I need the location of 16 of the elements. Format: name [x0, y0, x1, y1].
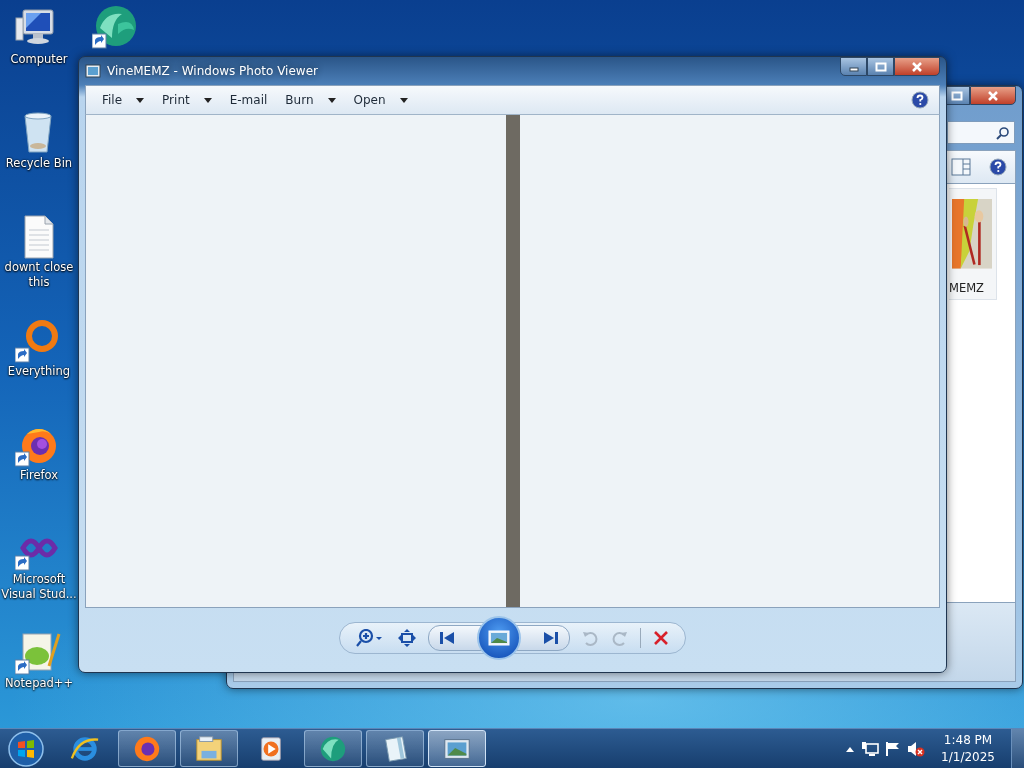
clock[interactable]: 1:48 PM 1/1/2025: [931, 731, 1005, 766]
menu-item[interactable]: File: [96, 91, 151, 109]
icon-label: Notepad++: [3, 676, 75, 691]
menu-item[interactable]: Open: [347, 91, 414, 109]
icon-label: Microsoft Visual Stud...: [1, 572, 77, 602]
file-tile[interactable]: MEMZ: [949, 188, 997, 300]
menu-item[interactable]: Print: [156, 91, 218, 109]
file-name: MEMZ: [949, 281, 984, 295]
icon-label: Recycle Bin: [4, 156, 74, 171]
menu-item[interactable]: Burn: [279, 91, 342, 109]
icon-label: downt close this: [3, 260, 75, 290]
window-title: VineMEMZ - Windows Photo Viewer: [107, 64, 318, 78]
icon-label: Everything: [6, 364, 72, 379]
menu-item[interactable]: E-mail: [223, 91, 274, 109]
icon-label: Firefox: [18, 468, 60, 483]
icon-label: Computer: [9, 52, 69, 67]
